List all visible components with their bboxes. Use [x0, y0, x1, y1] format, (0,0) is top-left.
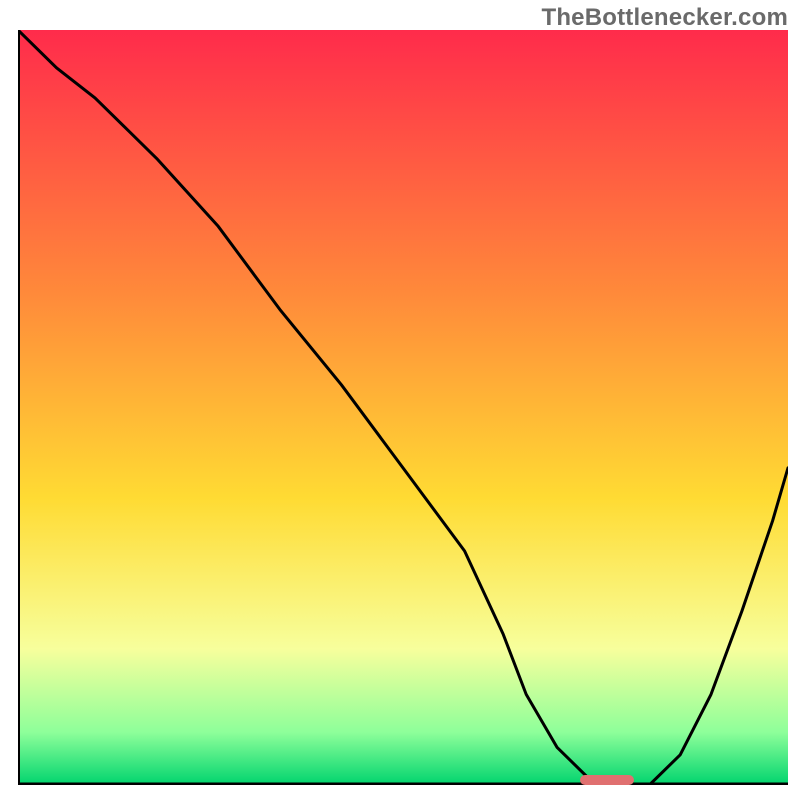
plot-area [18, 30, 788, 785]
chart-container: TheBottlenecker.com [0, 0, 800, 800]
optimal-range-marker [580, 775, 634, 785]
bottleneck-curve [18, 30, 788, 785]
watermark-text: TheBottlenecker.com [541, 4, 788, 32]
